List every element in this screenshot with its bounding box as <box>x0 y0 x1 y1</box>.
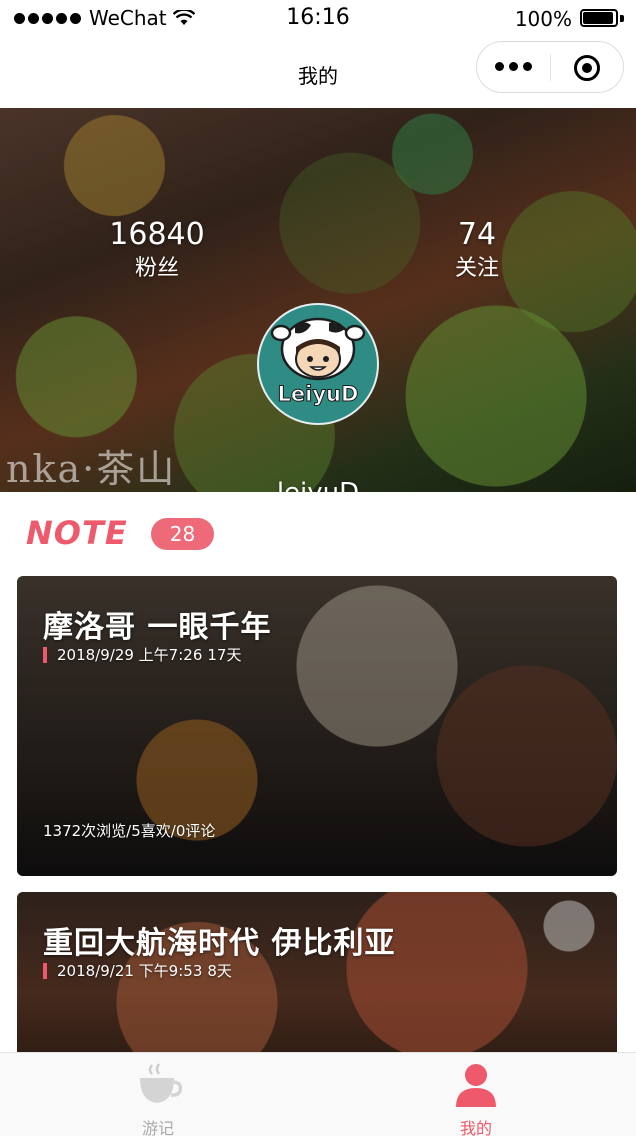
note-days: 8天 <box>207 962 232 980</box>
note-card[interactable]: 重回大航海时代 伊比利亚 2018/9/21 下午9:53 8天 <box>17 892 617 1062</box>
note-meta: 2018/9/29 上午7:26 17天 <box>43 644 241 665</box>
notes-section-title: NOTE <box>26 514 128 552</box>
note-title: 重回大航海时代 伊比利亚 <box>43 926 396 961</box>
note-stats: 1372次浏览/5喜欢/0评论 <box>43 822 216 840</box>
tab-label: 游记 <box>141 1119 174 1136</box>
status-bar: WeChat 16:16 100% <box>0 0 636 40</box>
tab-mine[interactable]: 我的 <box>396 1057 556 1136</box>
follow-count: 74 <box>457 217 497 252</box>
follow-label: 关注 <box>454 256 499 281</box>
username: leiyuD <box>0 478 636 492</box>
note-title: 摩洛哥 一眼千年 <box>43 610 272 645</box>
accent-bar <box>43 962 47 979</box>
close-miniprogram-icon[interactable] <box>573 54 601 82</box>
notes-count-badge: 28 <box>151 518 214 550</box>
nav-bar: 我的 <box>0 40 636 108</box>
follow-stat[interactable]: 74 关注 <box>412 216 542 284</box>
note-meta: 2018/9/21 下午9:53 8天 <box>43 960 232 981</box>
note-date: 2018/9/21 下午9:53 <box>57 962 203 980</box>
avatar-logo-icon: LeiyuD <box>270 317 366 407</box>
fans-stat[interactable]: 16840 粉丝 <box>92 216 222 284</box>
battery-icon <box>580 9 624 29</box>
capsule-divider <box>550 54 551 81</box>
avatar[interactable]: LeiyuD <box>257 303 379 425</box>
note-card[interactable]: 摩洛哥 一眼千年 2018/9/29 上午7:26 17天 1372次浏览/5喜… <box>17 576 617 876</box>
battery-percent: 100% <box>514 7 572 31</box>
page: WeChat 16:16 100% 我的 nka·茶山 16840 粉丝 Lei… <box>0 0 636 1136</box>
fans-count: 16840 <box>109 217 205 252</box>
more-icon[interactable] <box>495 62 532 71</box>
accent-bar <box>43 646 47 663</box>
note-date: 2018/9/29 上午7:26 <box>57 646 203 664</box>
mini-program-capsule <box>476 41 624 93</box>
note-days: 17天 <box>207 646 242 664</box>
fans-label: 粉丝 <box>134 256 179 281</box>
person-icon <box>456 1064 496 1107</box>
svg-text:LeiyuD: LeiyuD <box>278 382 359 406</box>
tab-bar: 游记 我的 <box>0 1052 636 1136</box>
tab-label: 我的 <box>459 1119 492 1136</box>
status-right: 100% <box>515 7 624 31</box>
tab-travel-notes[interactable]: 游记 <box>78 1057 238 1136</box>
profile-header: nka·茶山 16840 粉丝 LeiyuD 74 关注 <box>0 108 636 492</box>
coffee-cup-icon <box>140 1063 182 1103</box>
